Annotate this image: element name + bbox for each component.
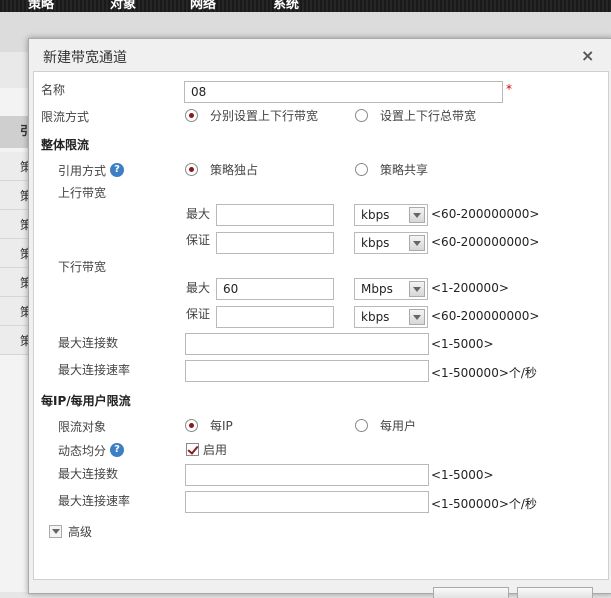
name-input[interactable]: [184, 81, 503, 103]
chevron-down-icon: [409, 309, 425, 325]
ip-max-rate-hint: <1-500000>个/秒: [431, 497, 537, 511]
overall-limit-section: 整体限流: [41, 138, 90, 152]
down-guarantee-input[interactable]: [216, 306, 334, 328]
ip-max-conn-label: 最大连接数: [58, 467, 119, 481]
per-ip-section: 每IP/每用户限流: [41, 394, 131, 408]
mode-total-radio[interactable]: [355, 109, 368, 122]
ok-button[interactable]: [433, 587, 509, 598]
target-per-user-label: 每用户: [380, 419, 417, 433]
help-icon[interactable]: ?: [110, 443, 124, 457]
dialog-title: 新建带宽通道: [43, 50, 127, 66]
down-max-unit-select[interactable]: Mbps: [354, 278, 428, 300]
mode-separate-radio[interactable]: [185, 109, 198, 122]
down-max-input[interactable]: [216, 278, 334, 300]
up-guarantee-hint: <60-200000000>: [431, 235, 540, 249]
target-per-user-radio[interactable]: [355, 419, 368, 432]
down-max-unit-value: Mbps: [361, 282, 393, 296]
up-max-unit-select[interactable]: kbps: [354, 204, 428, 226]
target-per-ip-label: 每IP: [210, 419, 233, 433]
up-max-input[interactable]: [216, 204, 334, 226]
target-label: 限流对象: [58, 420, 107, 434]
mode-label: 限流方式: [41, 110, 90, 124]
chevron-down-icon: [409, 207, 425, 223]
max-conn-hint: <1-5000>: [431, 337, 494, 351]
max-rate-hint: <1-500000>个/秒: [431, 366, 537, 380]
max-conn-label: 最大连接数: [58, 336, 119, 350]
nav-policy[interactable]: 策略: [28, 0, 54, 12]
dynamic-share-checkbox[interactable]: [186, 443, 199, 456]
up-max-hint: <60-200000000>: [431, 207, 540, 221]
up-max-label: 最大: [186, 207, 211, 221]
help-icon[interactable]: ?: [110, 163, 124, 177]
up-max-unit-value: kbps: [361, 208, 390, 222]
target-per-ip-radio[interactable]: [185, 419, 198, 432]
up-guarantee-unit-select[interactable]: kbps: [354, 232, 428, 254]
ref-mode-label: 引用方式: [58, 164, 107, 178]
dynamic-share-label: 动态均分: [58, 444, 107, 458]
ref-shared-radio[interactable]: [355, 163, 368, 176]
down-guarantee-unit-value: kbps: [361, 310, 390, 324]
new-bandwidth-channel-dialog: 新建带宽通道 × 名称 * 限流方式 分别设置上下行带宽 设置上下行总带宽 整体…: [28, 38, 611, 598]
ref-exclusive-radio[interactable]: [185, 163, 198, 176]
close-icon[interactable]: ×: [581, 46, 594, 65]
ip-max-rate-input[interactable]: [185, 491, 429, 513]
required-mark: *: [506, 82, 512, 96]
chevron-down-icon: [409, 281, 425, 297]
up-guarantee-unit-value: kbps: [361, 236, 390, 250]
nav-objects[interactable]: 对象: [110, 0, 136, 12]
max-rate-label: 最大连接速率: [58, 363, 131, 377]
down-guarantee-label: 保证: [186, 307, 211, 321]
top-nav-bar: 策略 对象 网络 系统: [0, 0, 611, 12]
dialog-body: 名称 * 限流方式 分别设置上下行带宽 设置上下行总带宽 整体限流 引用方式 ?…: [33, 71, 609, 580]
ip-max-rate-label: 最大连接速率: [58, 494, 131, 508]
cancel-button[interactable]: [517, 587, 593, 598]
down-guarantee-hint: <60-200000000>: [431, 309, 540, 323]
ip-max-conn-hint: <1-5000>: [431, 468, 494, 482]
advanced-toggle[interactable]: 高级: [68, 523, 92, 540]
name-label: 名称: [41, 83, 66, 97]
down-guarantee-unit-select[interactable]: kbps: [354, 306, 428, 328]
max-conn-input[interactable]: [185, 333, 429, 355]
ip-max-conn-input[interactable]: [185, 464, 429, 486]
up-guarantee-input[interactable]: [216, 232, 334, 254]
nav-system[interactable]: 系统: [273, 0, 299, 12]
mode-total-label: 设置上下行总带宽: [380, 109, 477, 123]
down-max-label: 最大: [186, 281, 211, 295]
down-max-hint: <1-200000>: [431, 281, 509, 295]
downstream-label: 下行带宽: [58, 260, 107, 274]
expand-advanced-icon[interactable]: [49, 525, 62, 538]
mode-separate-label: 分别设置上下行带宽: [210, 109, 319, 123]
up-guarantee-label: 保证: [186, 233, 211, 247]
nav-network[interactable]: 网络: [190, 0, 216, 12]
ref-exclusive-label: 策略独占: [210, 163, 259, 177]
dynamic-share-enable-label: 启用: [203, 443, 228, 457]
chevron-down-icon: [409, 235, 425, 251]
ref-shared-label: 策略共享: [380, 163, 429, 177]
upstream-label: 上行带宽: [58, 186, 107, 200]
max-rate-input[interactable]: [185, 360, 429, 382]
